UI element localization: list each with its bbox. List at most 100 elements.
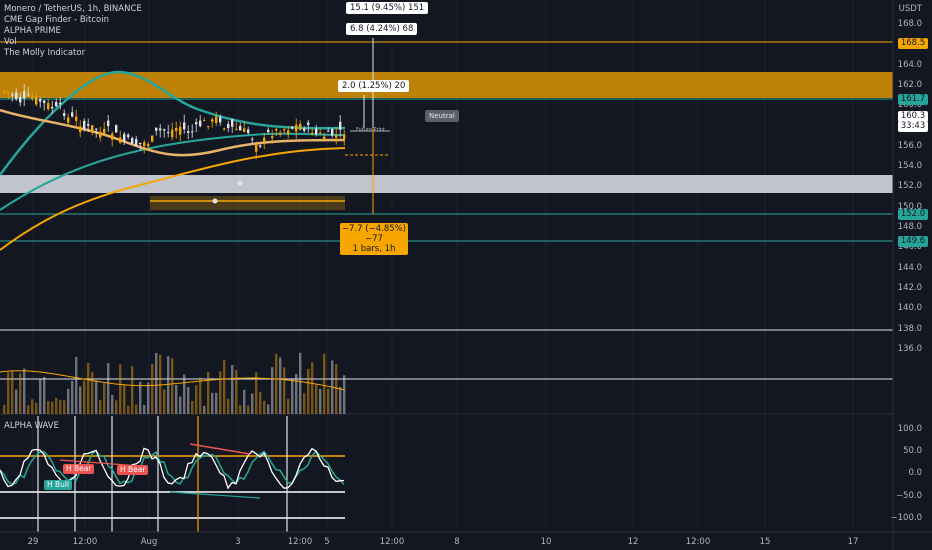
candle-body (99, 131, 102, 138)
price-tick-label: 156.0 (897, 140, 922, 151)
candle-body (323, 136, 326, 140)
volume-bar (243, 389, 246, 414)
candle-body (207, 126, 210, 128)
osc-title[interactable]: ALPHA WAVE (4, 421, 59, 431)
candle-body (307, 122, 310, 125)
osc-tick-label: 0.0 (908, 468, 922, 478)
volume-bar (51, 401, 54, 414)
candle-body (171, 129, 174, 138)
volume-bar (283, 367, 286, 414)
candle-body (195, 122, 198, 125)
zone-handle[interactable] (237, 180, 243, 186)
volume-bar (219, 371, 222, 414)
candle-body (63, 113, 66, 116)
volume-bar (63, 400, 66, 414)
osc-tick-label: 100.0 (897, 424, 922, 434)
volume-bar (259, 392, 262, 414)
volume-bar (315, 384, 318, 414)
candle-body (91, 125, 94, 133)
price-tick-label: 148.0 (897, 222, 922, 232)
candle-body (335, 134, 338, 138)
price-tick-label: 168.0 (897, 19, 922, 29)
volume-bar (175, 384, 178, 414)
candle-body (331, 128, 334, 136)
candle-body (251, 138, 254, 140)
candle-body (147, 144, 150, 147)
indicator-gap-finder[interactable]: CME Gap Finder - Bitcoin (4, 15, 142, 26)
future-print-label: Future Print (356, 127, 386, 133)
volume-bar (323, 353, 326, 414)
volume-bar (311, 362, 314, 414)
candle-body (55, 101, 58, 107)
candle-body (15, 92, 18, 100)
candle-body (291, 126, 294, 129)
candle-body (123, 133, 126, 142)
candle-body (299, 123, 302, 130)
volume-bar (155, 352, 158, 414)
time-tick-label: 3 (235, 537, 241, 547)
volume-bar (47, 401, 50, 414)
measure-down-bars: 1 bars, 1h (352, 244, 396, 254)
volume-bar (187, 387, 190, 414)
time-tick-label: 5 (324, 537, 330, 547)
selection-range[interactable] (150, 196, 345, 210)
indicator-volume[interactable]: Vol (4, 37, 142, 48)
volume-bar (39, 378, 42, 414)
volume-bar (275, 353, 278, 414)
currency-label: USDT (898, 4, 922, 14)
candle-body (159, 128, 162, 131)
volume-bar (95, 380, 98, 414)
volume-bar (99, 400, 102, 414)
volume-bar (119, 364, 122, 414)
volume-bar (295, 373, 298, 414)
candle-body (223, 128, 226, 130)
demand-zone (0, 175, 893, 193)
candle-body (215, 116, 218, 123)
volume-bar (127, 405, 130, 414)
volume-bar (107, 363, 110, 414)
price-tick-label: 164.0 (897, 59, 922, 70)
volume-bar (143, 405, 146, 414)
candle-body (319, 132, 322, 134)
osc-hbear-tag: H Bear (63, 464, 95, 474)
candle-body (11, 93, 14, 96)
candle-body (87, 124, 90, 126)
candle-body (183, 122, 186, 130)
volume-bar (35, 402, 38, 414)
volume-bar (103, 382, 106, 414)
selection-handle[interactable] (212, 198, 218, 204)
candle-body (239, 126, 242, 131)
volume-bar (131, 366, 134, 414)
volume-bar (211, 392, 214, 414)
time-tick-label: 12:00 (72, 537, 98, 547)
volume-bar (151, 363, 154, 414)
time-tick-label: 17 (847, 537, 859, 547)
volume-bar (223, 359, 226, 414)
volume-bar (115, 400, 118, 414)
candle-body (243, 128, 246, 133)
candle-body (259, 145, 262, 147)
volume-bar (247, 405, 250, 414)
candle-body (139, 142, 142, 145)
measure-label-down: −7.7 (−4.85%) −77 1 bars, 1h (340, 223, 408, 255)
price-tick-label: 154.0 (897, 161, 922, 172)
volume-bar (279, 357, 282, 414)
candle-body (267, 129, 270, 133)
candle-body (339, 121, 342, 130)
osc-tick-label: −100.0 (890, 513, 922, 523)
volume-bar (255, 372, 258, 414)
volume-bar (199, 377, 202, 414)
symbol-title[interactable]: Monero / TetherUS, 1h, BINANCE (4, 4, 142, 15)
price-tick-label: 162.0 (897, 79, 922, 90)
time-tick-label: 10 (540, 537, 552, 547)
candle-body (283, 129, 286, 131)
volume-bar (307, 368, 310, 414)
indicator-alpha-prime[interactable]: ALPHA PRIME (4, 26, 142, 37)
candle-body (275, 128, 278, 131)
indicator-molly[interactable]: The Molly Indicator (4, 48, 142, 59)
candle-body (119, 137, 122, 143)
candle-body (103, 128, 106, 134)
trading-chart[interactable]: Monero / TetherUS, 1h, BINANCE CME Gap F… (0, 0, 932, 550)
volume-bar (79, 386, 82, 414)
price-tick-label: 136.0 (897, 343, 922, 354)
